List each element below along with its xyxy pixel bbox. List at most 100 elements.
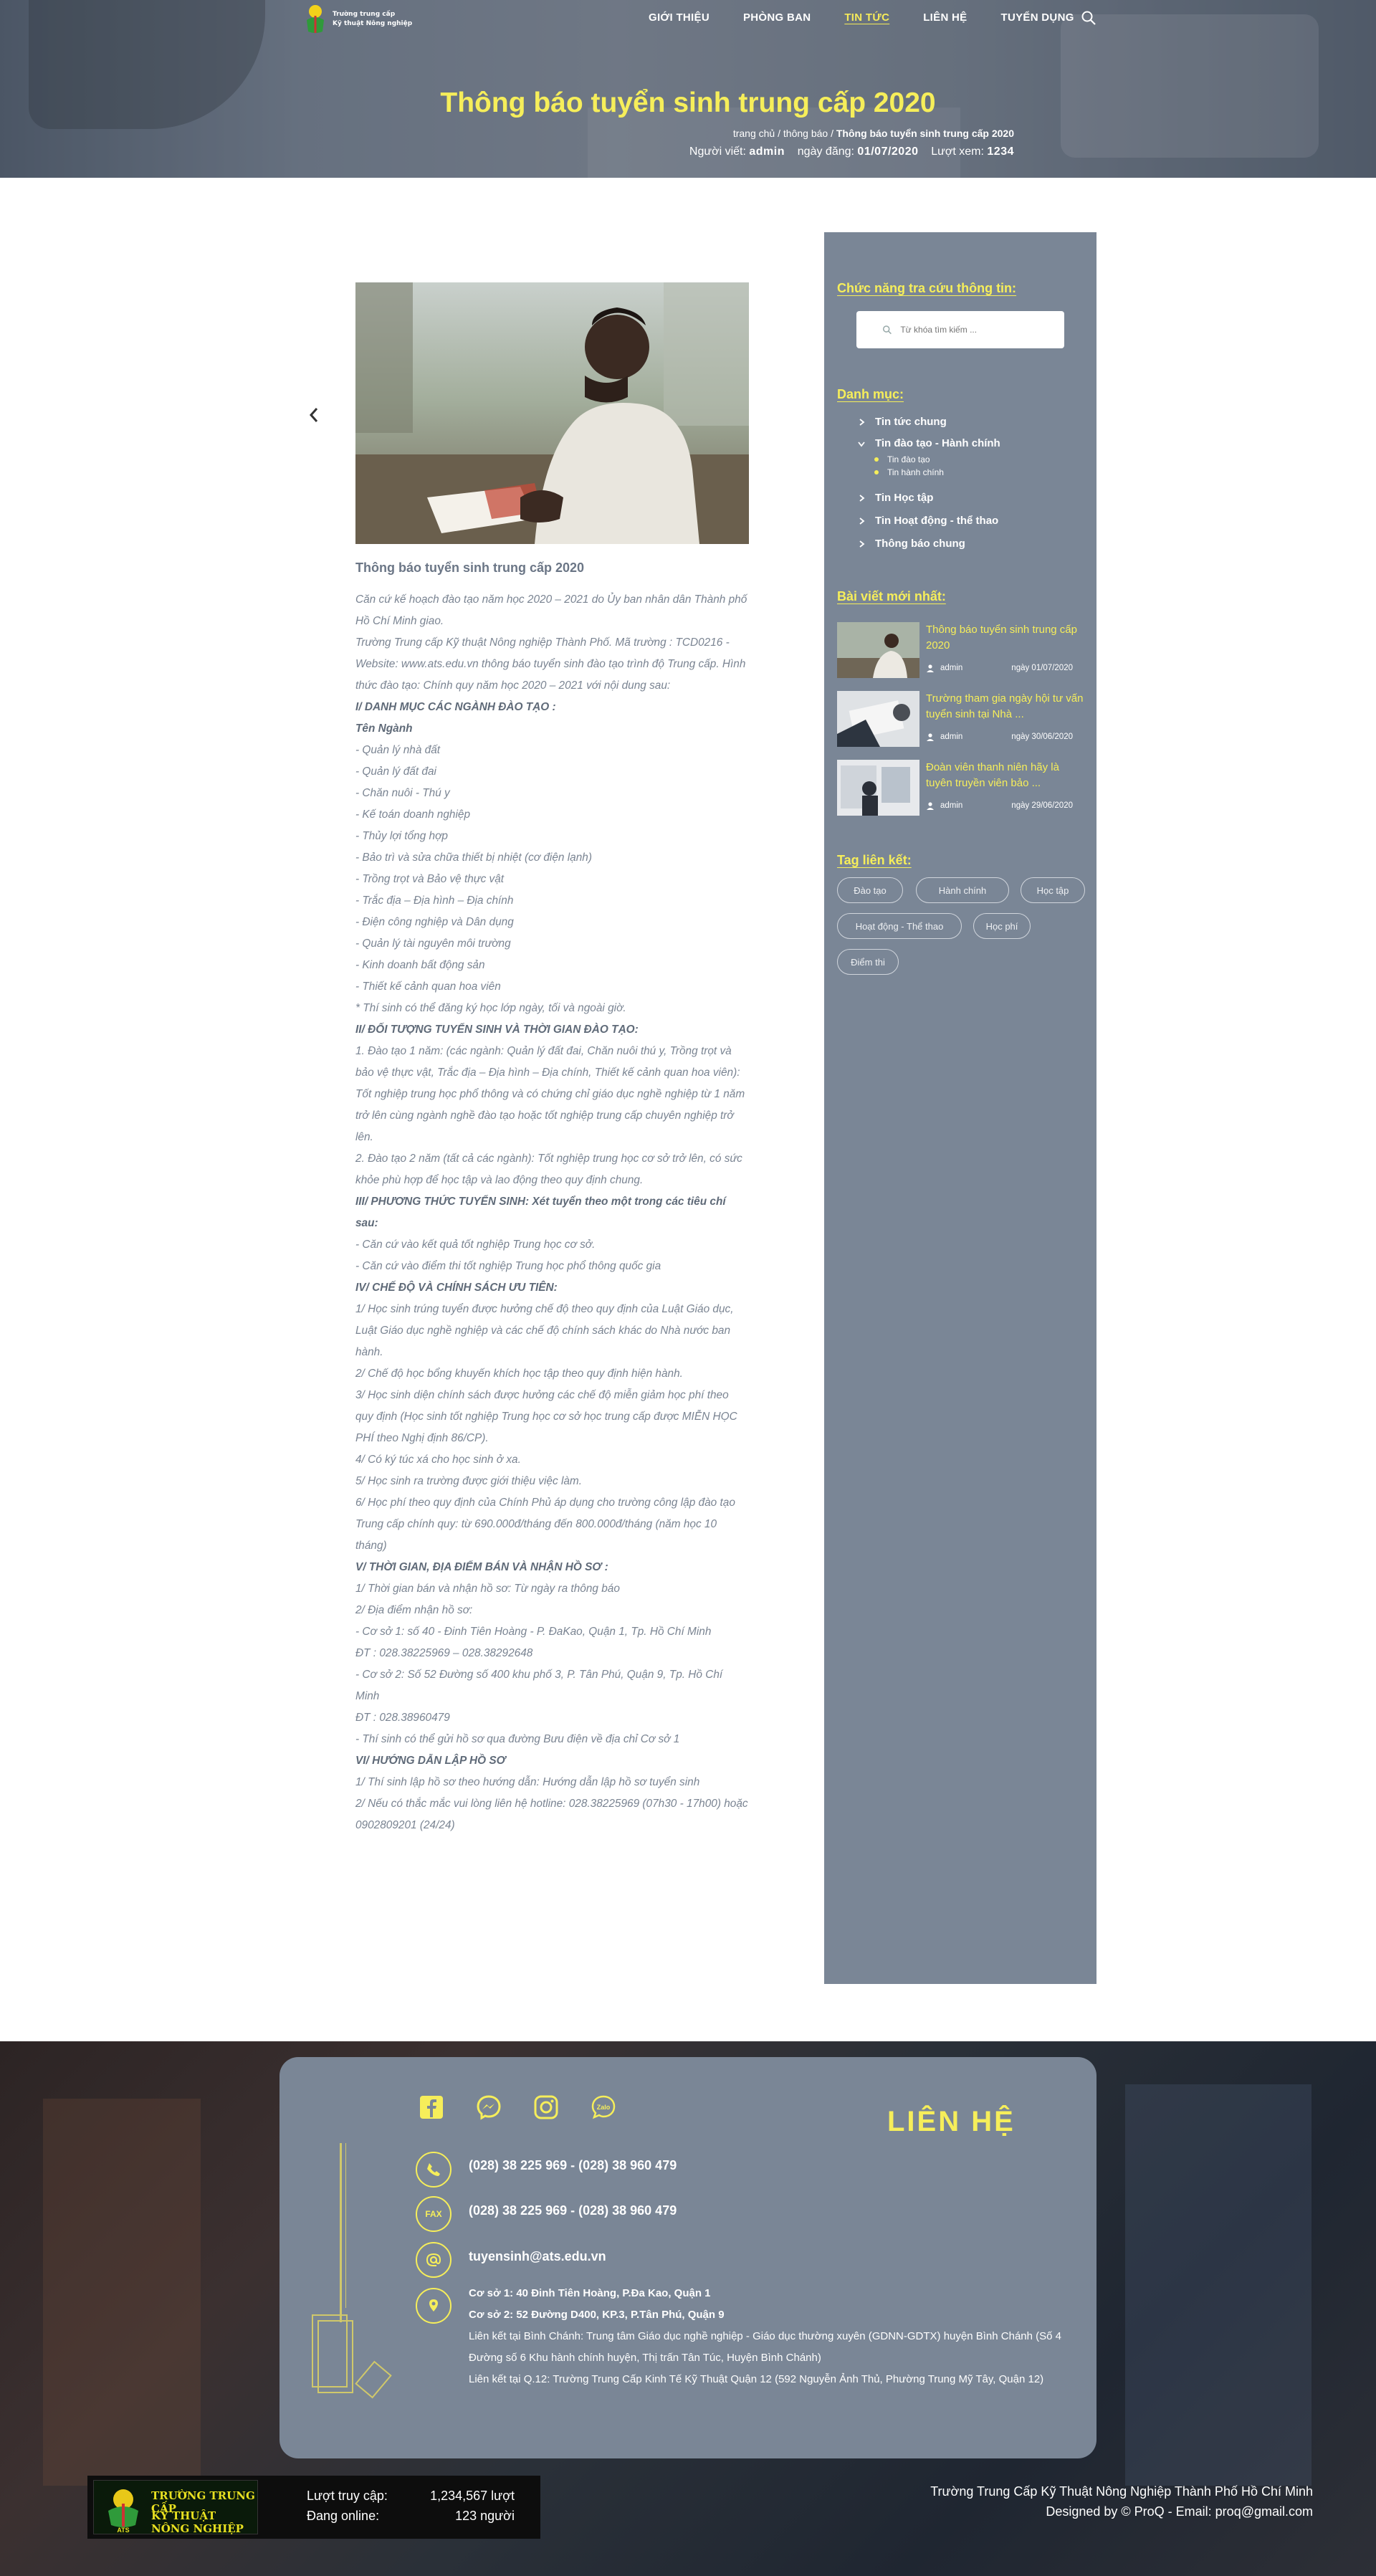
address-campus-1: Cơ sở 1: 40 Đinh Tiên Hoàng, P.Đa Kao, Q… (469, 2287, 711, 2299)
article-heading: III/ PHƯƠNG THỨC TUYỂN SINH: Xét tuyển t… (355, 1196, 726, 1229)
tag-chip[interactable]: Hoạt động - Thể thao (837, 913, 962, 939)
nav-item-phong-ban[interactable]: PHÒNG BAN (743, 11, 811, 24)
article-paragraph: ĐT : 028.38960479 (355, 1712, 450, 1724)
article-heading: Tên Ngành (355, 722, 413, 735)
article-image (355, 282, 749, 544)
article-paragraph: 4/ Có ký túc xá cho học sinh ở xa. (355, 1454, 521, 1466)
sidebar: Chức năng tra cứu thông tin: Danh mục: T… (824, 232, 1096, 1984)
search-input[interactable] (900, 325, 1064, 335)
post-thumbnail[interactable] (837, 622, 919, 678)
article-paragraph: 1. Đào tạo 1 năm: (các ngành: Quản lý đấ… (355, 1045, 745, 1143)
recent-post[interactable]: Thông báo tuyển sinh trung cấp 2020 admi… (837, 622, 1084, 681)
breadcrumb: trang chủ / thông báo / Thông báo tuyển … (732, 128, 1014, 139)
article-heading: IV/ CHẾ ĐỘ VÀ CHÍNH SÁCH ƯU TIÊN: (355, 1282, 558, 1294)
category-heading: Danh mục: (837, 387, 904, 401)
messenger-icon[interactable] (476, 2094, 502, 2120)
subcategory-item[interactable]: Tin hành chính (874, 467, 944, 477)
article-body: Căn cứ kế hoạch đào tạo năm học 2020 – 2… (355, 589, 749, 1836)
lookup-heading: Chức năng tra cứu thông tin: (837, 281, 1017, 295)
post-title: Thông báo tuyển sinh trung cấp 2020 (926, 624, 1077, 652)
article-paragraph: Trường Trung cấp Kỹ thuật Nông nghiệp Th… (355, 636, 746, 692)
article-paragraph: - Kinh doanh bất động sản (355, 959, 485, 971)
article-paragraph: - Thủy lợi tổng hợp (355, 830, 448, 842)
site-logo[interactable]: Trường trung cấp Kỹ thuật Nông nghiệp (302, 1, 417, 37)
article-paragraph: 2/ Chế độ học bổng khuyến khích học tập … (355, 1368, 683, 1380)
user-icon (927, 802, 934, 810)
school-emblem-icon: ATS (108, 2489, 138, 2534)
article-paragraph: - Quản lý tài nguyên môi trường (355, 938, 511, 950)
contact-addresses: Cơ sở 1: 40 Đinh Tiên Hoàng, P.Đa Kao, Q… (469, 2283, 1071, 2390)
post-thumbnail[interactable] (837, 760, 919, 816)
tag-chip[interactable]: Điểm thi (837, 949, 899, 975)
article-paragraph: - Cơ sở 1: số 40 - Đinh Tiên Hoàng - P. … (355, 1626, 712, 1638)
hero-banner: Trường trung cấp Kỹ thuật Nông nghiệp GI… (0, 0, 1376, 178)
article-paragraph: - Quản lý đất đai (355, 765, 436, 778)
contact-phone[interactable]: (028) 38 225 969 - (028) 38 960 479 (469, 2158, 677, 2173)
category-item[interactable]: Tin Hoạt động - thể thao (856, 515, 998, 527)
article-paragraph: - Bảo trì và sửa chữa thiết bị nhiệt (cơ… (355, 851, 592, 864)
user-icon (927, 733, 934, 741)
category-item[interactable]: Tin đào tạo - Hành chính (856, 437, 1000, 449)
school-logo-line2: KỸ THUẬT NÔNG NGHIỆP (151, 2509, 244, 2535)
nav-item-tuyen-dung[interactable]: TUYỂN DỤNG (1001, 11, 1074, 24)
svg-text:Zalo: Zalo (597, 2104, 611, 2111)
article-title: Thông báo tuyển sinh trung cấp 2020 (355, 560, 585, 575)
main-nav: GIỚI THIỆU PHÒNG BAN TIN TỨC LIÊN HỆ TUY… (649, 11, 1108, 24)
article-paragraph: 3/ Học sinh diện chính sách được hưởng c… (355, 1389, 737, 1444)
category-item[interactable]: Tin tức chung (856, 416, 947, 428)
article-paragraph: - Quản lý nhà đất (355, 744, 441, 756)
address-link-q12: Liên kết tại Q.12: Trường Trung Cấp Kinh… (469, 2373, 1044, 2385)
article-paragraph: 6/ Học phí theo quy định của Chính Phủ á… (355, 1497, 735, 1552)
breadcrumb-section[interactable]: thông báo (783, 128, 828, 139)
page-title: Thông báo tuyển sinh trung cấp 2020 (440, 87, 936, 118)
article-paragraph: - Cơ sở 2: Số 52 Đường số 400 khu phố 3,… (355, 1669, 723, 1702)
article-heading: VI/ HƯỚNG DẪN LẬP HỒ SƠ (355, 1755, 506, 1767)
article-paragraph: 5/ Học sinh ra trường được giới thiệu vi… (355, 1475, 583, 1487)
post-date: ngày 29/06/2020 (1011, 801, 1073, 810)
post-author: admin (940, 801, 963, 810)
tag-chip[interactable]: Hành chính (916, 877, 1009, 903)
tag-chip[interactable]: Đào tạo (837, 877, 903, 903)
tag-chip[interactable]: Học tập (1021, 877, 1085, 903)
article-paragraph: 2/ Nếu có thắc mắc vui lòng liên hệ hotl… (355, 1798, 748, 1831)
breadcrumb-home[interactable]: trang chủ (733, 128, 775, 139)
recent-post[interactable]: Trường tham gia ngày hội tư vấn tuyển si… (837, 691, 1084, 750)
svg-text:ATS: ATS (117, 2527, 129, 2534)
nav-item-gioi-thieu[interactable]: GIỚI THIỆU (649, 11, 710, 24)
logo-line2: Kỹ thuật Nông nghiệp (333, 20, 413, 27)
sidebar-search[interactable] (856, 311, 1064, 348)
article-heading: II/ ĐỐI TƯỢNG TUYỂN SINH VÀ THỜI GIAN ĐÀ… (355, 1024, 639, 1036)
meta-views: 1234 (987, 146, 1014, 158)
email-icon (416, 2242, 452, 2278)
logo-line1: Trường trung cấp (333, 11, 396, 18)
contact-email[interactable]: tuyensinh@ats.edu.vn (469, 2249, 606, 2264)
breadcrumb-current: Thông báo tuyển sinh trung cấp 2020 (836, 128, 1014, 139)
tag-chip[interactable]: Học phí (973, 913, 1031, 939)
logo-emblem-icon (302, 3, 328, 36)
nav-item-lien-he[interactable]: LIÊN HỆ (923, 11, 967, 24)
recent-post[interactable]: Đoàn viên thanh niên hãy là tuyên truyền… (837, 760, 1084, 819)
post-thumbnail[interactable] (837, 691, 919, 747)
chevron-left-icon[interactable] (307, 406, 321, 424)
instagram-icon[interactable] (533, 2094, 559, 2120)
article-paragraph: - Chăn nuôi - Thú y (355, 787, 450, 799)
contact-card: Zalo LIÊN HỆ (028) 38 225 969 - (028) 38… (280, 2057, 1096, 2458)
online-row: Đang online: 123 người (307, 2509, 515, 2523)
tags-heading: Tag liên kết: (837, 853, 912, 867)
nav-item-tin-tuc[interactable]: TIN TỨC (844, 11, 889, 24)
search-icon[interactable] (1081, 10, 1096, 26)
subcategory-item[interactable]: Tin đào tạo (874, 454, 930, 464)
article-paragraph: * Thí sinh có thể đăng ký học lớp ngày, … (355, 1002, 626, 1014)
book-icon (312, 2314, 392, 2399)
facebook-icon[interactable] (419, 2094, 444, 2120)
zalo-icon[interactable]: Zalo (591, 2094, 616, 2120)
school-logo: ATS TRƯỜNG TRUNG CẤP KỸ THUẬT NÔNG NGHIỆ… (93, 2480, 258, 2535)
meta-date: 01/07/2020 (857, 146, 919, 158)
post-date: ngày 01/07/2020 (1011, 664, 1073, 672)
address-campus-2: Cơ sở 2: 52 Đường D400, KP.3, P.Tân Phú,… (469, 2309, 725, 2321)
article-paragraph: 2/ Địa điểm nhận hồ sơ: (355, 1604, 473, 1616)
article-heading: V/ THỜI GIAN, ĐỊA ĐIỂM BÁN VÀ NHẬN HỒ SƠ… (355, 1561, 608, 1573)
post-date: ngày 30/06/2020 (1011, 733, 1073, 741)
category-item[interactable]: Thông báo chung (856, 538, 965, 550)
category-item[interactable]: Tin Học tập (856, 492, 933, 504)
